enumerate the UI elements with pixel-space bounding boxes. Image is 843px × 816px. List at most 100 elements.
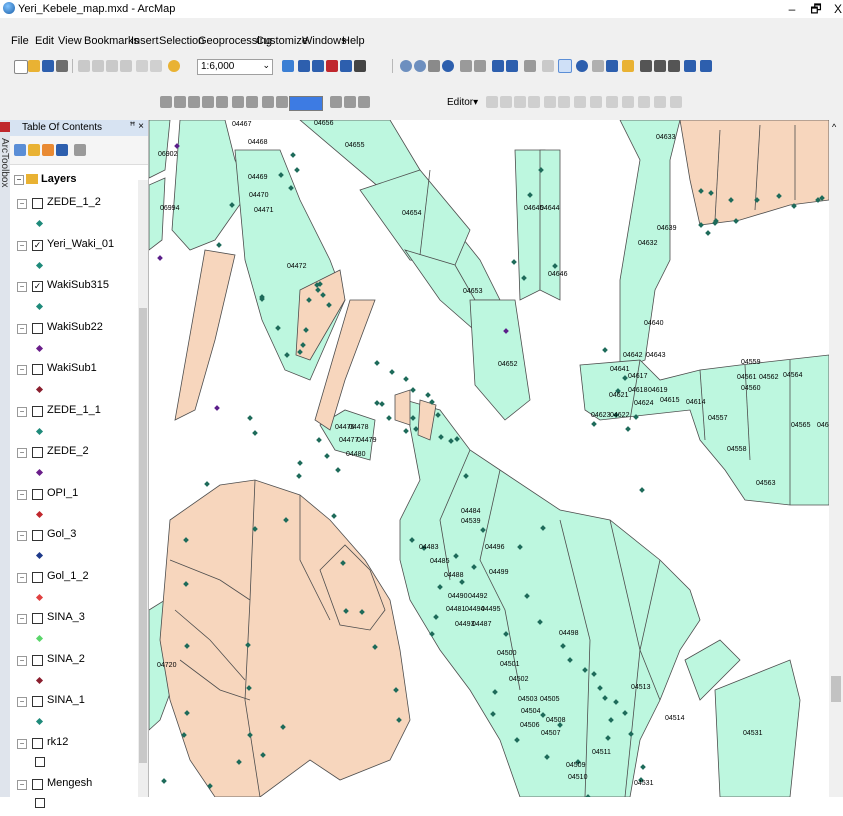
- list-by-source-icon[interactable]: [28, 144, 40, 156]
- hyperlink-icon[interactable]: [592, 60, 604, 72]
- layout-tool-icon[interactable]: [202, 96, 214, 108]
- collapse-icon[interactable]: −: [17, 697, 27, 707]
- fixed-zoom-out-icon[interactable]: [474, 60, 486, 72]
- catalog-icon[interactable]: [312, 60, 324, 72]
- layout-tool-icon[interactable]: [216, 96, 228, 108]
- layer-row[interactable]: − ZEDE_2: [10, 444, 138, 484]
- delete-icon[interactable]: [120, 60, 132, 72]
- select-features-icon[interactable]: [524, 60, 536, 72]
- layout-tool-icon[interactable]: [276, 96, 288, 108]
- layer-row[interactable]: − ✓ WakiSub315: [10, 278, 138, 318]
- point-feature[interactable]: [379, 401, 385, 407]
- map-view[interactable]: 04467 04656 04468 04655 04633 06902 04469 04470…: [149, 120, 829, 797]
- layout-tool-icon[interactable]: [246, 96, 258, 108]
- layer-visibility-checkbox[interactable]: [32, 654, 43, 666]
- layer-visibility-checkbox[interactable]: [32, 613, 43, 624]
- menu-edit[interactable]: Edit: [35, 35, 54, 47]
- menu-file[interactable]: File: [11, 35, 29, 47]
- print-icon[interactable]: [56, 60, 68, 72]
- menu-view[interactable]: View: [58, 35, 82, 47]
- point-feature[interactable]: [324, 453, 330, 459]
- point-feature[interactable]: [247, 415, 253, 421]
- layer-name[interactable]: WakiSub315: [47, 279, 109, 291]
- layer-visibility-checkbox[interactable]: [32, 696, 43, 707]
- layer-name[interactable]: rk12: [47, 736, 68, 748]
- edit-tool-icon[interactable]: [528, 96, 540, 108]
- point-feature[interactable]: [157, 255, 163, 261]
- layer-name[interactable]: Gol_1_2: [47, 570, 89, 582]
- new-document-icon[interactable]: [14, 60, 28, 74]
- edit-tool-icon[interactable]: [544, 96, 556, 108]
- layer-visibility-checkbox[interactable]: [32, 488, 43, 500]
- zoom-in-icon[interactable]: [400, 60, 412, 72]
- point-feature[interactable]: [204, 481, 210, 487]
- layer-name[interactable]: Yeri_Waki_01: [47, 238, 114, 250]
- edit-tool-icon[interactable]: [574, 96, 586, 108]
- parcel-green[interactable]: [149, 120, 171, 179]
- layer-visibility-checkbox[interactable]: ✓: [32, 281, 43, 292]
- cut-icon[interactable]: [78, 60, 90, 72]
- parcel-tan[interactable]: [159, 479, 411, 797]
- find-route-icon[interactable]: [654, 60, 666, 72]
- layout-tool-icon[interactable]: [262, 96, 274, 108]
- layer-visibility-checkbox[interactable]: [32, 779, 43, 790]
- layout-tool-icon[interactable]: [174, 96, 186, 108]
- chevron-down-icon[interactable]: ⌄: [262, 60, 270, 71]
- undo-icon[interactable]: [136, 60, 148, 72]
- layer-visibility-checkbox[interactable]: ✓: [32, 239, 43, 251]
- layer-row[interactable]: − Gol_1_2: [10, 569, 138, 609]
- layer-visibility-checkbox[interactable]: [32, 198, 43, 209]
- point-feature[interactable]: [705, 230, 711, 236]
- layer-row[interactable]: − rk12: [10, 735, 138, 775]
- layer-visibility-checkbox[interactable]: [32, 405, 43, 417]
- layer-row[interactable]: − ZEDE_1_2: [10, 195, 138, 235]
- collapse-icon[interactable]: −: [14, 175, 24, 185]
- find-icon[interactable]: [640, 60, 652, 72]
- point-feature[interactable]: [331, 513, 337, 519]
- point-feature[interactable]: [639, 487, 645, 493]
- parcel-green[interactable]: [714, 659, 801, 797]
- redo-icon[interactable]: [150, 60, 162, 72]
- layer-row[interactable]: − WakiSub22: [10, 320, 138, 360]
- point-feature[interactable]: [511, 259, 517, 265]
- parcel-green[interactable]: [469, 299, 531, 421]
- layer-visibility-checkbox[interactable]: [32, 737, 43, 749]
- editor-menu[interactable]: Editor▾: [447, 97, 478, 108]
- collapse-icon[interactable]: −: [17, 199, 27, 209]
- edit-tool-icon[interactable]: [654, 96, 666, 108]
- measure-icon[interactable]: [622, 60, 634, 72]
- time-slider-icon[interactable]: [684, 60, 696, 72]
- point-feature[interactable]: [316, 437, 322, 443]
- list-by-selection-icon[interactable]: [56, 144, 68, 156]
- menu-customize[interactable]: Customize: [256, 35, 308, 47]
- point-feature[interactable]: [216, 242, 222, 248]
- point-feature[interactable]: [640, 764, 646, 770]
- parcel-tan[interactable]: [174, 249, 236, 421]
- parcel-green[interactable]: [359, 169, 471, 266]
- layout-tool-icon[interactable]: [188, 96, 200, 108]
- layer-row[interactable]: − SINA_2: [10, 652, 138, 692]
- edit-tool-icon[interactable]: [670, 96, 682, 108]
- point-feature[interactable]: [410, 387, 416, 393]
- point-feature[interactable]: [252, 430, 258, 436]
- edit-tool-icon[interactable]: [486, 96, 498, 108]
- layer-row[interactable]: − ✓ Yeri_Waki_01: [10, 237, 138, 277]
- back-extent-icon[interactable]: [492, 60, 504, 72]
- editor-toolbar-icon[interactable]: [282, 60, 294, 72]
- collapse-icon[interactable]: −: [17, 738, 27, 749]
- map-scrollbar-thumb[interactable]: [831, 676, 841, 702]
- layer-visibility-checkbox[interactable]: [32, 447, 43, 458]
- layer-row[interactable]: − SINA_1: [10, 693, 138, 733]
- collapse-icon[interactable]: −: [17, 655, 27, 666]
- layer-selector[interactable]: [289, 96, 323, 111]
- layout-tool-icon[interactable]: [330, 96, 342, 108]
- point-feature[interactable]: [403, 428, 409, 434]
- table-of-contents-icon[interactable]: [298, 60, 310, 72]
- python-icon[interactable]: [354, 60, 366, 72]
- point-feature[interactable]: [374, 400, 380, 406]
- edit-tool-icon[interactable]: [638, 96, 650, 108]
- collapse-icon[interactable]: −: [17, 489, 27, 500]
- layer-name[interactable]: Mengesh: [47, 777, 92, 789]
- minimize-button[interactable]: –: [781, 1, 803, 17]
- point-feature[interactable]: [389, 369, 395, 375]
